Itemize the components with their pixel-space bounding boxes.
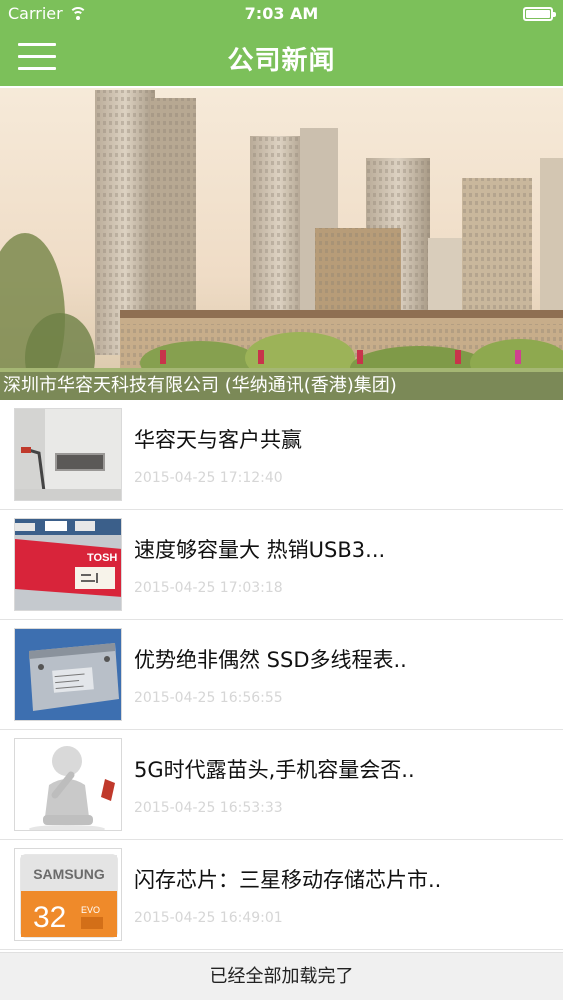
- thinking-figure-thumbnail: [14, 738, 122, 831]
- news-list: 华容天与客户共赢 2015-04-25 17:12:40 TOSH 速度够容量大…: [0, 400, 563, 950]
- battery-icon: [523, 7, 556, 21]
- navigation-bar: 公司新闻: [0, 28, 563, 86]
- news-list-item[interactable]: TOSH 速度够容量大 热销USB3... 2015-04-25 17:03:1…: [0, 510, 563, 620]
- news-title: 速度够容量大 热销USB3...: [134, 538, 386, 562]
- news-date: 2015-04-25 16:56:55: [134, 690, 283, 706]
- news-title: 闪存芯片：三星移动存储芯片市..: [134, 868, 442, 892]
- news-list-item[interactable]: SAMSUNG 32 EVO 闪存芯片：三星移动存储芯片市.. 2015-04-…: [0, 840, 563, 950]
- page-title: 公司新闻: [227, 46, 336, 76]
- news-list-item[interactable]: 5G时代露苗头,手机容量会否.. 2015-04-25 16:53:33: [0, 730, 563, 840]
- hard-drive-thumbnail: [14, 628, 122, 721]
- news-date: 2015-04-25 17:12:40: [134, 470, 283, 486]
- samsung-label: SAMSUNG: [33, 866, 105, 882]
- news-date: 2015-04-25 16:53:33: [134, 800, 283, 816]
- load-complete-footer: 已经全部加载完了: [0, 952, 563, 1000]
- city-skyline-image: [0, 88, 563, 400]
- news-title: 优势绝非偶然 SSD多线程表..: [134, 648, 407, 672]
- news-list-item[interactable]: 优势绝非偶然 SSD多线程表.. 2015-04-25 16:56:55: [0, 620, 563, 730]
- status-bar: Carrier 7:03 AM: [0, 0, 563, 28]
- banner-caption: 深圳市华容天科技有限公司 (华纳通讯(香港)集团): [0, 372, 563, 400]
- news-title: 华容天与客户共赢: [134, 428, 302, 452]
- toshiba-label: TOSH: [87, 552, 117, 564]
- status-time: 7:03 AM: [244, 4, 319, 23]
- capacity-label: 32: [33, 901, 66, 934]
- news-list-item[interactable]: 华容天与客户共赢 2015-04-25 17:12:40: [0, 400, 563, 510]
- banner-carousel[interactable]: 深圳市华容天科技有限公司 (华纳通讯(香港)集团): [0, 88, 563, 400]
- evo-label: EVO: [81, 905, 100, 915]
- news-date: 2015-04-25 17:03:18: [134, 580, 283, 596]
- office-interior-thumbnail: [14, 408, 122, 501]
- news-date: 2015-04-25 16:49:01: [134, 910, 283, 926]
- samsung-card-thumbnail: SAMSUNG 32 EVO: [14, 848, 122, 941]
- usb-drive-thumbnail: TOSH: [14, 518, 122, 611]
- news-title: 5G时代露苗头,手机容量会否..: [134, 758, 415, 782]
